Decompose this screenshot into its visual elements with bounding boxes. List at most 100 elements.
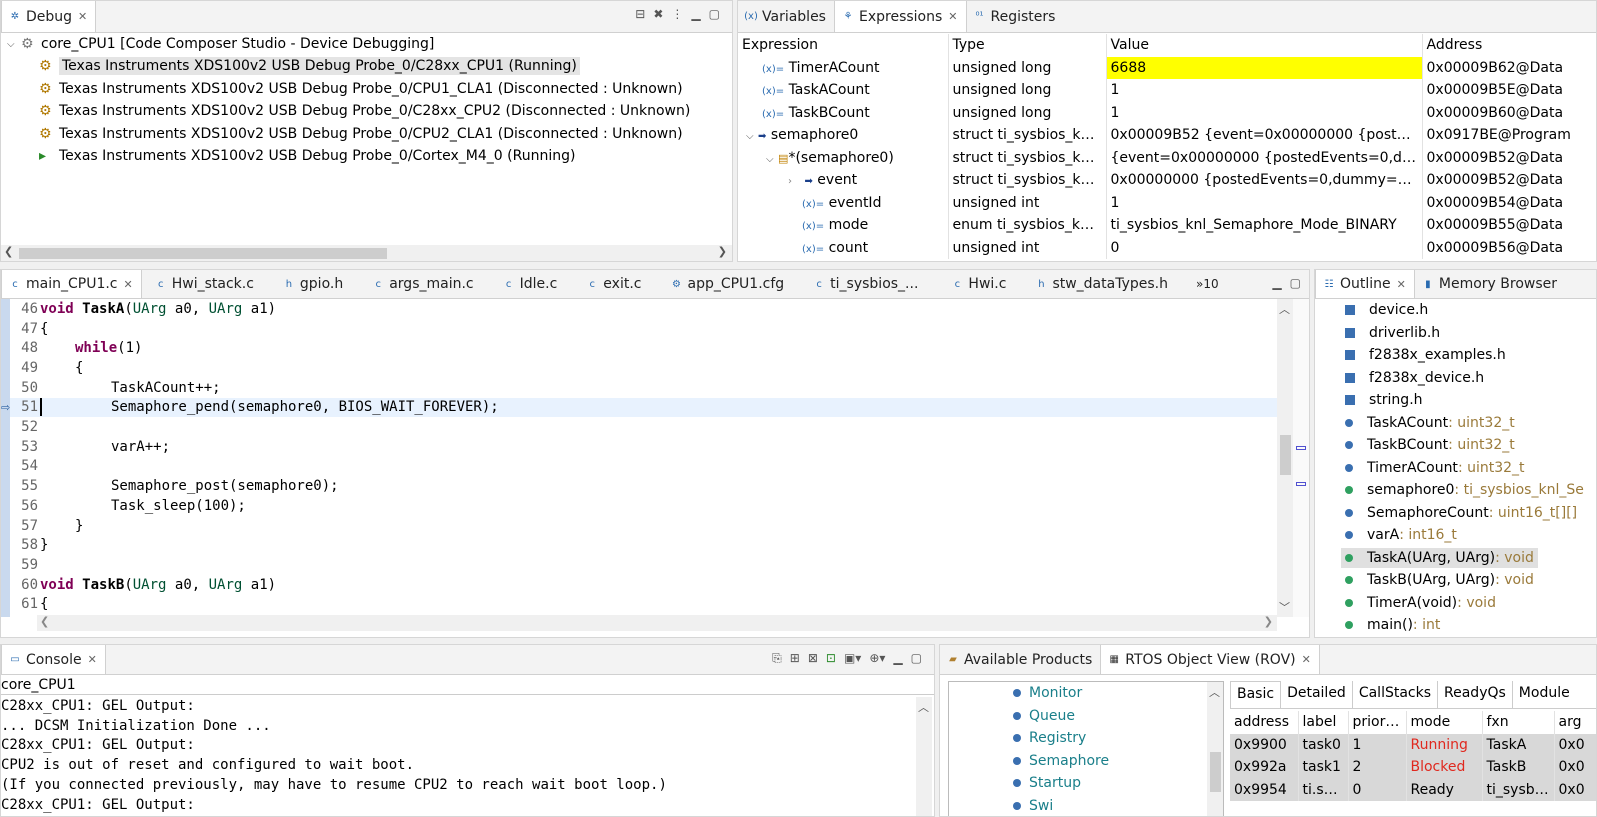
code-area[interactable]: 46 void TaskA(UArg a0, UArg a1) 47{ 48 whi… bbox=[10, 299, 1278, 617]
collapse-all-icon[interactable]: ⊟ bbox=[635, 7, 645, 21]
tab-editor-file[interactable]: h stw_dataTypes.h bbox=[1028, 270, 1176, 298]
subtab-module[interactable]: Module bbox=[1513, 681, 1576, 708]
editor-hscrollbar[interactable]: ❮ ❯ bbox=[37, 615, 1277, 631]
maximize-icon[interactable]: ▢ bbox=[1290, 276, 1301, 290]
minimize-icon[interactable]: ▁ bbox=[1272, 276, 1281, 290]
open-console-icon[interactable]: ⊕▾ bbox=[869, 651, 885, 666]
tab-editor-file[interactable]: c ti_sysbios_... bbox=[806, 270, 926, 298]
column-header[interactable]: priority bbox=[1348, 711, 1407, 734]
outline-item[interactable]: varA : int16_t bbox=[1315, 524, 1596, 547]
debug-item[interactable]: ⚙ Texas Instruments XDS100v2 USB Debug P… bbox=[1, 55, 732, 78]
column-header[interactable]: Type bbox=[948, 34, 1107, 57]
maximize-icon[interactable]: ▢ bbox=[709, 7, 720, 21]
console-output[interactable]: C28xx_CPU1: GEL Output: ... DCSM Initial… bbox=[1, 697, 914, 816]
table-row[interactable]: 0x992a task1 2 Blocked TaskB 0x0 bbox=[1230, 756, 1596, 779]
clear-console-icon[interactable]: ⎘ bbox=[772, 651, 782, 666]
close-icon[interactable]: ✕ bbox=[1397, 278, 1406, 291]
chevron-down-icon[interactable]: ⌵ bbox=[766, 154, 774, 165]
close-icon[interactable]: ✕ bbox=[88, 653, 97, 666]
table-row[interactable]: ⌵ ➡ semaphore0 struct ti_sysbios_knl_...… bbox=[738, 124, 1596, 147]
minimize-icon[interactable]: ▁ bbox=[893, 651, 902, 666]
column-header[interactable]: label bbox=[1298, 711, 1349, 734]
outline-item-selected[interactable]: TaskA(UArg, UArg) : void bbox=[1315, 547, 1596, 570]
table-row[interactable]: (x)= eventId unsigned int 1 0x00009B54@D… bbox=[738, 191, 1596, 214]
value-cell[interactable]: 6688 bbox=[1106, 56, 1423, 79]
column-header[interactable]: Value bbox=[1106, 34, 1423, 57]
table-row[interactable]: › ➡ event struct ti_sysbios_knl_... 0x00… bbox=[738, 169, 1596, 192]
tab-editor-file[interactable]: c args_main.c bbox=[365, 270, 481, 298]
outline-item[interactable]: driverlib.h bbox=[1315, 322, 1596, 345]
close-icon[interactable]: ✕ bbox=[1302, 653, 1311, 666]
overview-mark[interactable] bbox=[1296, 482, 1306, 486]
view-menu-icon[interactable]: ⋮ bbox=[671, 7, 683, 21]
tree-item[interactable]: Monitor bbox=[949, 682, 1223, 705]
subtab-callstacks[interactable]: CallStacks bbox=[1353, 681, 1439, 708]
tab-variables[interactable]: (x) Variables bbox=[738, 1, 834, 32]
tree-vscrollbar[interactable]: ︿ bbox=[1207, 682, 1223, 816]
maximize-icon[interactable]: ▢ bbox=[911, 651, 922, 666]
column-header[interactable]: fxn bbox=[1482, 711, 1555, 734]
debug-item[interactable]: ⚙ Texas Instruments XDS100v2 USB Debug P… bbox=[1, 78, 732, 101]
tab-debug[interactable]: ✲ Debug ✕ bbox=[1, 1, 97, 32]
scroll-up-icon[interactable]: ︿ bbox=[1279, 301, 1290, 317]
table-row[interactable]: 0x9954 ti.sys... 0 Ready ti_sysbi... 0x0 bbox=[1230, 778, 1596, 801]
column-header[interactable]: arg bbox=[1554, 711, 1596, 734]
table-row[interactable]: (x)= TaskBCount unsigned long 1 0x00009B… bbox=[738, 101, 1596, 124]
table-row[interactable]: (x)= TaskACount unsigned long 1 0x00009B… bbox=[738, 79, 1596, 102]
table-row[interactable]: (x)= count unsigned int 0 0x00009B56@Dat… bbox=[738, 236, 1596, 259]
value-cell[interactable]: {event=0x00000000 {postedEvents=0,dummy.… bbox=[1106, 146, 1423, 169]
table-row[interactable]: ⌵ ▤*(semaphore0) struct ti_sysbios_knl_.… bbox=[738, 146, 1596, 169]
scroll-thumb[interactable] bbox=[1210, 752, 1221, 792]
close-icon[interactable]: ✕ bbox=[948, 10, 957, 23]
chevron-down-icon[interactable]: ⌵ bbox=[746, 131, 754, 142]
display-console-icon[interactable]: ▣▾ bbox=[844, 651, 861, 666]
subtab-basic[interactable]: Basic bbox=[1230, 681, 1282, 708]
scroll-up-icon[interactable]: ︿ bbox=[1209, 684, 1220, 700]
scroll-down-icon[interactable]: ﹀ bbox=[1279, 599, 1290, 615]
outline-item[interactable]: TaskACount : uint32_t bbox=[1315, 412, 1596, 435]
overview-mark[interactable] bbox=[1296, 446, 1306, 450]
tab-console[interactable]: ▭ Console ✕ bbox=[1, 645, 106, 674]
tab-editor-file[interactable]: c Hwi.c bbox=[944, 270, 1014, 298]
scroll-right-icon[interactable]: ❯ bbox=[1264, 615, 1273, 628]
scroll-lock-icon[interactable]: ⊞ bbox=[790, 651, 800, 666]
pin-console-icon[interactable]: ⊡ bbox=[826, 651, 836, 666]
tab-editor-file[interactable]: h gpio.h bbox=[276, 270, 351, 298]
outline-item[interactable]: f2838x_device.h bbox=[1315, 367, 1596, 390]
debug-root-row[interactable]: ⌵ ⚙ core_CPU1 [Code Composer Studio - De… bbox=[1, 33, 732, 56]
scroll-thumb[interactable] bbox=[1280, 435, 1291, 475]
debug-item[interactable]: ▸ Texas Instruments XDS100v2 USB Debug P… bbox=[1, 145, 732, 168]
value-cell[interactable]: 0x00000000 {postedEvents=0,dummy=0 '₩x0.… bbox=[1106, 169, 1423, 192]
table-row[interactable]: 0x9900 task0 1 Running TaskA 0x0 bbox=[1230, 733, 1596, 756]
tab-memory-browser[interactable]: ▮ Memory Browser bbox=[1415, 270, 1565, 298]
editor-vscrollbar[interactable]: ︿ ﹀ bbox=[1277, 299, 1293, 617]
table-row[interactable]: (x)= TimerACount unsigned long 6688 0x00… bbox=[738, 56, 1596, 79]
scroll-left-icon[interactable]: ❮ bbox=[4, 245, 13, 258]
value-cell[interactable]: 1 bbox=[1106, 79, 1423, 102]
chevron-right-icon[interactable]: › bbox=[788, 176, 792, 187]
outline-item[interactable]: SemaphoreCount : uint16_t[][] bbox=[1315, 502, 1596, 525]
chevron-down-icon[interactable]: ⌵ bbox=[7, 39, 21, 50]
tree-item[interactable]: Startup bbox=[949, 772, 1223, 795]
subtab-readyqs[interactable]: ReadyQs bbox=[1438, 681, 1513, 708]
remove-terminated-icon[interactable]: ✖ bbox=[653, 7, 663, 21]
outline-item[interactable]: main() : int bbox=[1315, 614, 1596, 637]
outline-item[interactable]: TaskB(UArg, UArg) : void bbox=[1315, 569, 1596, 592]
tab-rov[interactable]: ▦ RTOS Object View (ROV) ✕ bbox=[1100, 645, 1320, 674]
value-cell[interactable]: 1 bbox=[1106, 101, 1423, 124]
outline-item[interactable]: semaphore0 : ti_sysbios_knl_Se bbox=[1315, 479, 1596, 502]
tab-overflow[interactable]: »10 bbox=[1190, 270, 1227, 298]
outline-item[interactable]: f2838x_examples.h bbox=[1315, 344, 1596, 367]
outline-item[interactable]: TimerA(void) : void bbox=[1315, 592, 1596, 615]
tab-registers[interactable]: ⁰¹ Registers bbox=[967, 1, 1064, 32]
tab-available-products[interactable]: ▰ Available Products bbox=[940, 645, 1100, 674]
column-header[interactable]: Expression bbox=[738, 34, 949, 57]
close-icon[interactable]: ✕ bbox=[78, 10, 87, 23]
tab-editor-file[interactable]: c exit.c bbox=[579, 270, 649, 298]
tab-editor-file[interactable]: c main_CPU1.c ✕ bbox=[1, 270, 142, 298]
debug-hscrollbar[interactable]: ❮ ❯ bbox=[1, 245, 732, 261]
console-vscrollbar[interactable]: ︿ bbox=[916, 697, 932, 816]
debug-item[interactable]: ⚙ Texas Instruments XDS100v2 USB Debug P… bbox=[1, 123, 732, 146]
value-cell[interactable]: ti_sysbios_knl_Semaphore_Mode_BINARY bbox=[1106, 214, 1423, 237]
outline-item[interactable]: device.h bbox=[1315, 299, 1596, 322]
